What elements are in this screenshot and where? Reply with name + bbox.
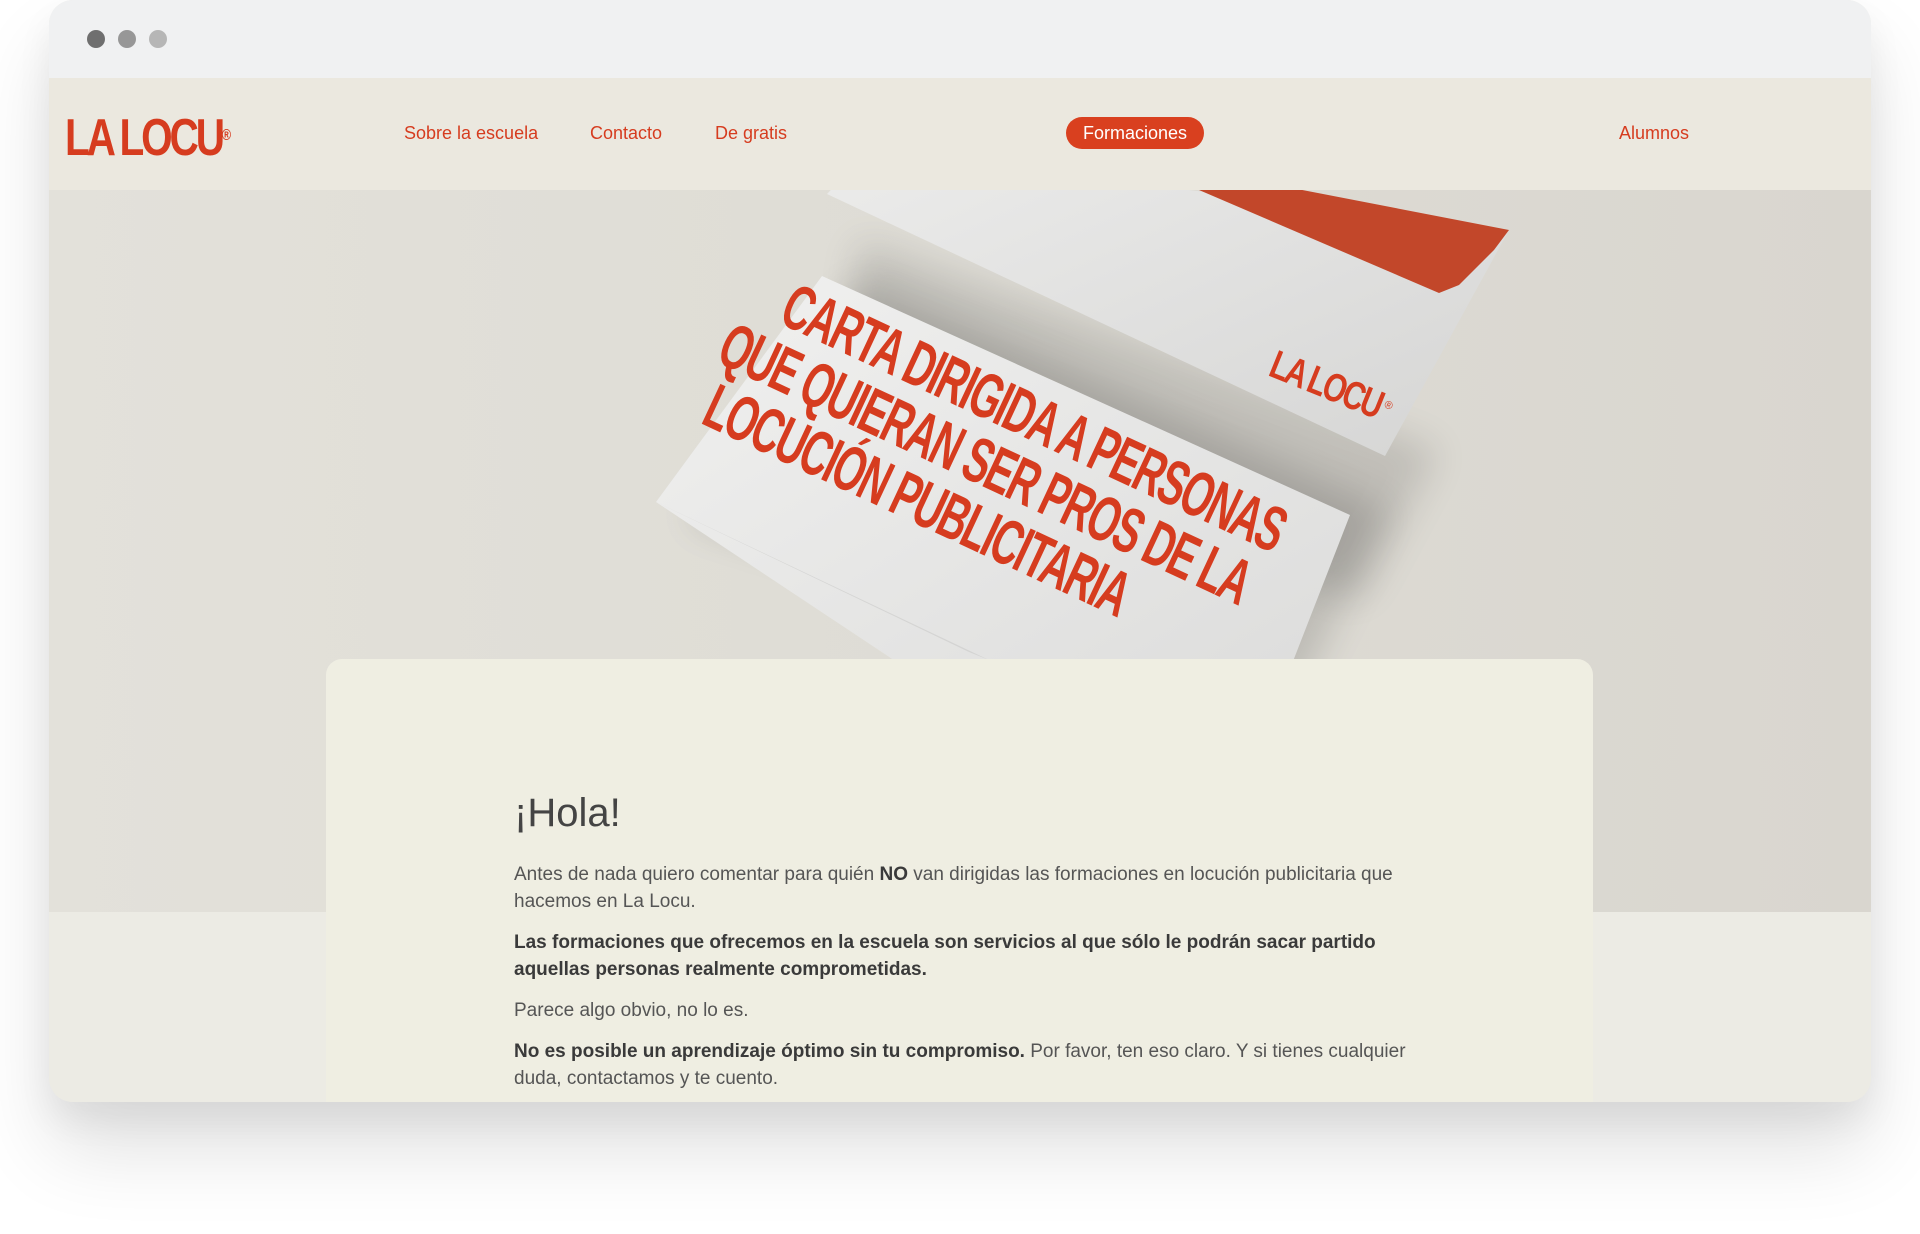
window-titlebar bbox=[49, 0, 1871, 78]
nav-link-de-gratis[interactable]: De gratis bbox=[715, 122, 787, 144]
intro-paragraph-4: No es posible un aprendizaje óptimo sin … bbox=[514, 1038, 1414, 1092]
logo-text: LA LOCU bbox=[65, 109, 225, 167]
nav-formaciones-button[interactable]: Formaciones bbox=[1066, 117, 1205, 149]
p2-bold: Las formaciones que ofrecemos en la escu… bbox=[514, 932, 1376, 980]
p4-bold: No es posible un aprendizaje óptimo sin … bbox=[514, 1041, 1025, 1062]
nav-link-alumnos[interactable]: Alumnos bbox=[1619, 122, 1689, 144]
nav-link-sobre[interactable]: Sobre la escuela bbox=[404, 122, 538, 144]
site-logo[interactable]: LA LOCU® bbox=[65, 106, 231, 170]
p1-text-start: Antes de nada quiero comentar para quién bbox=[514, 864, 880, 885]
window-close-dot[interactable] bbox=[87, 30, 105, 48]
intro-heading: ¡Hola! bbox=[514, 791, 621, 835]
window-maximize-dot[interactable] bbox=[149, 30, 167, 48]
browser-window: LA LOCU® Sobre la escuela Contacto De gr… bbox=[49, 0, 1871, 1102]
intro-card: ¡Hola! Antes de nada quiero comentar par… bbox=[326, 659, 1593, 1102]
intro-paragraph-3: Parece algo obvio, no lo es. bbox=[514, 1000, 749, 1021]
window-minimize-dot[interactable] bbox=[118, 30, 136, 48]
nav-link-contacto[interactable]: Contacto bbox=[590, 122, 662, 144]
intro-paragraph-1: Antes de nada quiero comentar para quién… bbox=[514, 861, 1414, 915]
intro-paragraph-2: Las formaciones que ofrecemos en la escu… bbox=[514, 929, 1414, 983]
site-navbar: LA LOCU® Sobre la escuela Contacto De gr… bbox=[49, 78, 1871, 190]
p1-bold: NO bbox=[879, 864, 908, 885]
logo-registered-mark: ® bbox=[221, 127, 232, 144]
